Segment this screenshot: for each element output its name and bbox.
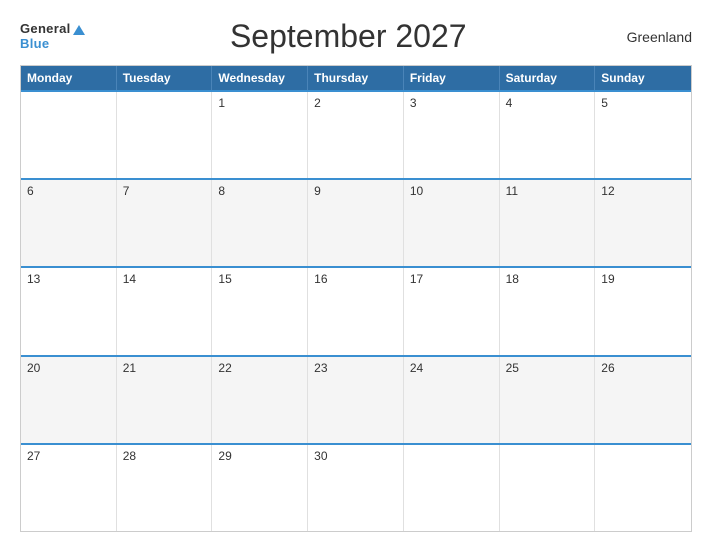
day-number: 23 (314, 361, 327, 375)
calendar-cell: 1 (212, 92, 308, 178)
calendar-body: 1234567891011121314151617181920212223242… (21, 90, 691, 531)
logo: General Blue (20, 22, 85, 51)
logo-general-text: General (20, 22, 85, 36)
day-number: 17 (410, 272, 423, 286)
calendar-cell (500, 445, 596, 531)
calendar-cell: 17 (404, 268, 500, 354)
calendar-cell: 2 (308, 92, 404, 178)
calendar-cell: 23 (308, 357, 404, 443)
calendar-cell: 3 (404, 92, 500, 178)
day-number: 21 (123, 361, 136, 375)
day-number: 27 (27, 449, 40, 463)
day-number: 2 (314, 96, 321, 110)
calendar-cell: 11 (500, 180, 596, 266)
calendar-days-header: MondayTuesdayWednesdayThursdayFridaySatu… (21, 66, 691, 90)
day-number: 5 (601, 96, 608, 110)
calendar-page: General Blue September 2027 Greenland Mo… (0, 0, 712, 550)
calendar-cell: 18 (500, 268, 596, 354)
calendar-cell: 13 (21, 268, 117, 354)
day-number: 28 (123, 449, 136, 463)
day-number: 10 (410, 184, 423, 198)
region-label: Greenland (612, 29, 692, 45)
calendar-week-3: 13 14 15 16 17 18 19 (21, 266, 691, 354)
day-header-wednesday: Wednesday (212, 66, 308, 90)
day-number: 26 (601, 361, 614, 375)
calendar-cell: 26 (595, 357, 691, 443)
day-number: 14 (123, 272, 136, 286)
day-header-monday: Monday (21, 66, 117, 90)
calendar-cell: 29 (212, 445, 308, 531)
calendar-cell: 14 (117, 268, 213, 354)
calendar-cell: 21 (117, 357, 213, 443)
calendar-header: General Blue September 2027 Greenland (20, 18, 692, 55)
calendar-week-2: 6 7 8 9 10 11 12 (21, 178, 691, 266)
day-header-tuesday: Tuesday (117, 66, 213, 90)
calendar-cell (21, 92, 117, 178)
calendar-cell: 28 (117, 445, 213, 531)
calendar-cell (595, 445, 691, 531)
calendar-cell: 16 (308, 268, 404, 354)
day-number: 25 (506, 361, 519, 375)
day-number: 12 (601, 184, 614, 198)
logo-triangle-icon (73, 25, 85, 35)
day-number: 11 (506, 184, 518, 198)
calendar-cell: 7 (117, 180, 213, 266)
day-header-sunday: Sunday (595, 66, 691, 90)
calendar-cell: 19 (595, 268, 691, 354)
calendar-cell: 30 (308, 445, 404, 531)
day-header-thursday: Thursday (308, 66, 404, 90)
day-number: 1 (218, 96, 225, 110)
day-number: 6 (27, 184, 34, 198)
day-number: 22 (218, 361, 231, 375)
calendar-cell: 9 (308, 180, 404, 266)
calendar-cell: 15 (212, 268, 308, 354)
day-number: 16 (314, 272, 327, 286)
day-number: 30 (314, 449, 327, 463)
calendar-cell: 5 (595, 92, 691, 178)
calendar-week-5: 27 28 29 30 (21, 443, 691, 531)
calendar-cell: 8 (212, 180, 308, 266)
day-number: 4 (506, 96, 513, 110)
day-number: 13 (27, 272, 40, 286)
day-header-saturday: Saturday (500, 66, 596, 90)
day-number: 29 (218, 449, 231, 463)
calendar-grid: MondayTuesdayWednesdayThursdayFridaySatu… (20, 65, 692, 532)
day-number: 7 (123, 184, 130, 198)
day-number: 18 (506, 272, 519, 286)
day-number: 8 (218, 184, 225, 198)
calendar-week-4: 20 21 22 23 24 25 26 (21, 355, 691, 443)
calendar-cell: 20 (21, 357, 117, 443)
day-number: 3 (410, 96, 417, 110)
day-number: 20 (27, 361, 40, 375)
calendar-cell: 27 (21, 445, 117, 531)
day-number: 15 (218, 272, 231, 286)
day-number: 9 (314, 184, 321, 198)
calendar-cell (404, 445, 500, 531)
day-number: 24 (410, 361, 423, 375)
calendar-cell: 24 (404, 357, 500, 443)
calendar-cell: 25 (500, 357, 596, 443)
logo-blue-text: Blue (20, 37, 49, 51)
calendar-cell: 6 (21, 180, 117, 266)
calendar-week-1: 1 2 3 4 5 (21, 90, 691, 178)
month-title: September 2027 (85, 18, 612, 55)
calendar-cell: 12 (595, 180, 691, 266)
day-header-friday: Friday (404, 66, 500, 90)
calendar-cell: 4 (500, 92, 596, 178)
day-number: 19 (601, 272, 614, 286)
calendar-cell (117, 92, 213, 178)
calendar-cell: 10 (404, 180, 500, 266)
calendar-cell: 22 (212, 357, 308, 443)
